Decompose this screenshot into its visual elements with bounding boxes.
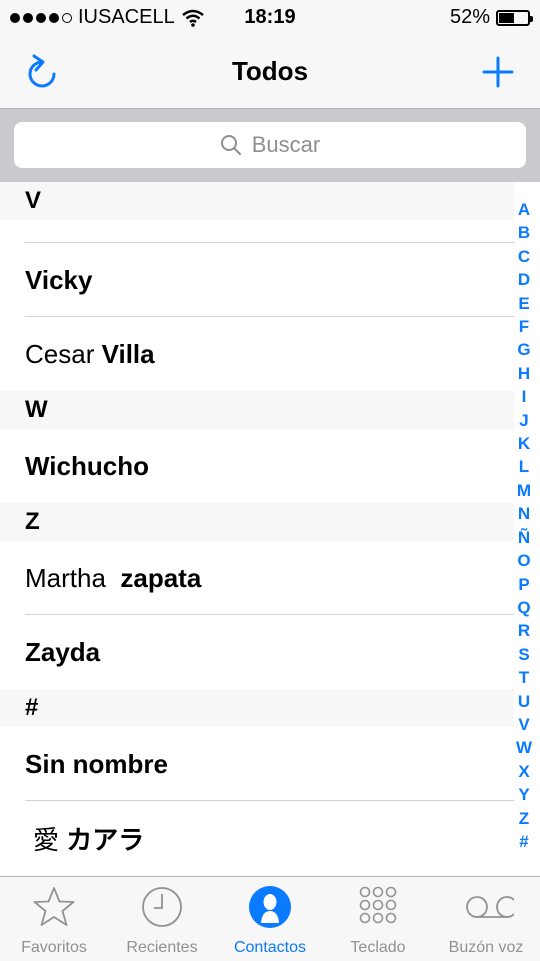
search-placeholder: Buscar [251,132,321,157]
tab-buzon-voz[interactable]: Buzón voz [432,877,540,961]
contact-last-name: Zayda [25,636,101,667]
contact-row[interactable] [0,220,514,243]
page-title: Todos [231,56,309,86]
section-header: # [0,689,514,727]
index-letter[interactable]: P [518,573,529,596]
index-letter[interactable]: H [518,362,530,385]
index-letter[interactable]: Y [518,783,529,806]
index-letter[interactable]: X [518,760,529,783]
index-letter[interactable]: Ñ [518,526,530,549]
contact-row[interactable]: Sin nombre [0,727,514,801]
add-contact-icon[interactable] [476,50,520,94]
nav-bar: Todos [0,36,540,109]
contact-row[interactable]: Vicky [0,243,514,317]
contact-last-name: Vicky [25,264,93,295]
contact-icon [249,886,291,928]
contact-last-name: zapata [120,562,202,593]
tab-label: Contactos [233,939,307,956]
tab-label: Favoritos [21,939,87,956]
battery-icon [496,9,533,26]
index-letter[interactable]: F [519,315,529,338]
star-icon [33,887,75,926]
tab-label: Buzón voz [448,939,524,956]
index-letter[interactable]: S [518,643,529,666]
contact-first-name: Cesar [25,338,95,369]
contact-first-name: Martha [25,562,106,593]
index-letter[interactable]: J [519,409,528,432]
contact-row[interactable]: Zayda [0,615,514,689]
contact-row[interactable]: Martha zapata [0,541,514,615]
section-index[interactable]: A B C D E F G H I J K L M N Ñ O P Q R S T U V W X Y Z # [514,198,534,853]
voicemail-icon [466,896,514,918]
section-header: V [0,182,514,220]
contact-last-name: Sin nombre [25,748,169,779]
index-letter[interactable]: N [518,502,530,525]
status-bar: IUSACELL 18:19 52% [0,0,540,36]
keypad-icon [359,886,397,924]
index-letter[interactable]: D [518,268,530,291]
contact-last-name: Villa [101,338,155,369]
tab-label: Recientes [126,939,198,956]
index-letter[interactable]: M [517,479,531,502]
tab-label: Teclado [350,939,406,956]
contact-row[interactable]: 愛 カアラ [0,801,514,875]
search-bar: Buscar [0,109,540,182]
index-letter[interactable]: Q [517,596,530,619]
index-letter[interactable]: V [518,713,529,736]
index-letter[interactable]: G [517,338,530,361]
battery-info: 52% [449,6,533,29]
tab-favoritos[interactable]: Favoritos [0,877,108,961]
contact-list: V Vicky Cesar Villa W Wichucho Z Martha … [0,182,514,875]
contact-last-name: Wichucho [25,450,149,481]
index-letter[interactable]: Z [519,807,529,830]
contact-first-name: 愛 [33,824,60,855]
index-letter[interactable]: T [519,666,529,689]
section-header: Z [0,503,514,541]
index-letter[interactable]: O [517,549,530,572]
clock-icon [142,887,182,927]
search-input[interactable]: Buscar [14,122,526,168]
index-letter[interactable]: R [518,619,530,642]
index-letter[interactable]: L [519,455,529,478]
index-letter[interactable]: C [518,245,530,268]
tab-recientes[interactable]: Recientes [108,877,216,961]
index-letter[interactable]: A [518,198,530,221]
index-letter[interactable]: B [518,221,530,244]
section-header: W [0,391,514,429]
index-letter[interactable]: K [518,432,530,455]
contact-row[interactable]: Wichucho [0,429,514,503]
index-letter[interactable]: U [518,690,530,713]
tab-bar: Favoritos Recientes Contactos Teclado Bu… [0,876,540,961]
contact-last-name: カアラ [66,824,145,855]
search-icon [220,135,241,155]
tab-teclado[interactable]: Teclado [324,877,432,961]
index-letter[interactable]: E [518,292,529,315]
index-letter[interactable]: W [516,736,532,759]
index-letter[interactable]: # [519,830,528,853]
contact-row[interactable]: Cesar Villa [0,317,514,391]
tab-contactos[interactable]: Contactos [216,877,324,961]
battery-percent: 52% [449,6,490,28]
index-letter[interactable]: I [522,385,527,408]
